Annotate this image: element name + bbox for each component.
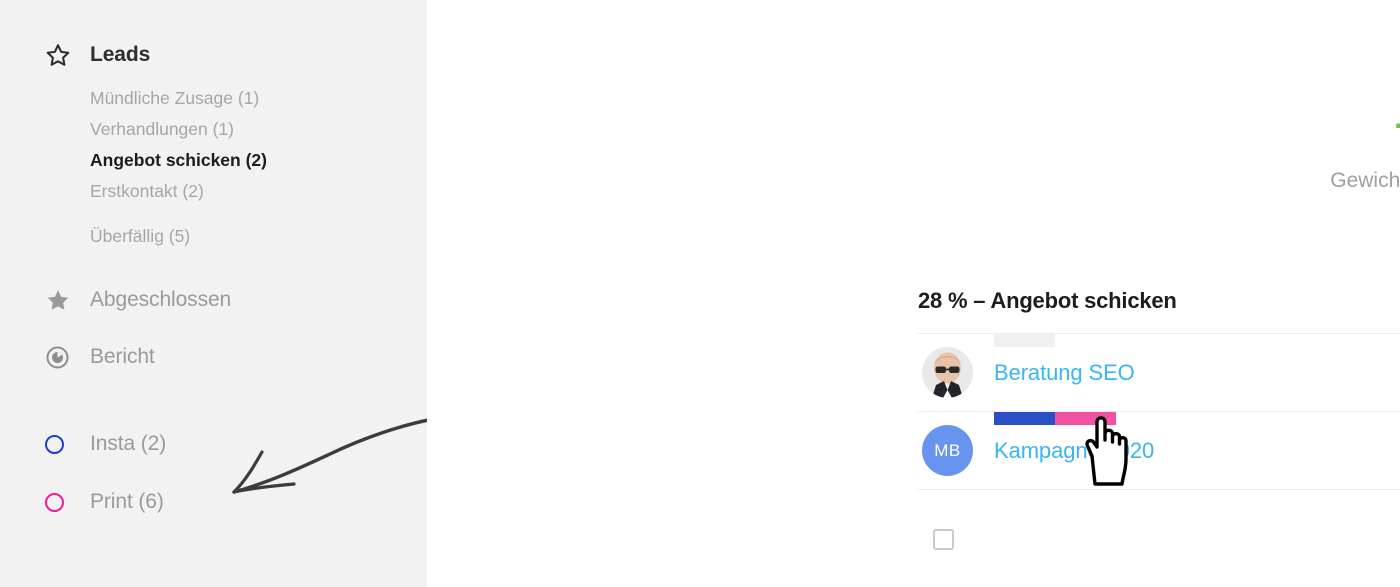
- report-circle-icon: [45, 342, 75, 372]
- avatar: MB: [922, 425, 973, 476]
- app-root: Leads Angebot schicken (2) Mündliche Zus…: [0, 0, 1400, 587]
- deal-table: Beratung SEO Beispiel AG MB Kampagne 202…: [918, 333, 1400, 490]
- star-outline-green-icon: [1069, 62, 1400, 112]
- table-row[interactable]: Beratung SEO Beispiel AG: [918, 334, 1400, 411]
- sidebar-item-label: Bericht: [90, 345, 155, 368]
- sidebar-subitem-muendliche-zusage[interactable]: Mündliche Zusage (1): [90, 88, 259, 109]
- sidebar-item-label: Insta (2): [90, 432, 167, 455]
- page-title: 28 % – Angebot schicken: [918, 288, 1177, 313]
- sidebar-item-leads[interactable]: Leads: [0, 38, 150, 72]
- weighted-volume-summary: 7'000 CHF Gewichtetes Volumen – Gesamt 2: [1069, 62, 1400, 194]
- tag-chip[interactable]: [994, 412, 1055, 425]
- sidebar: Leads Angebot schicken (2) Mündliche Zus…: [0, 0, 460, 587]
- weighted-volume-amount: 7'000 CHF: [1069, 114, 1400, 162]
- sidebar-item-abgeschlossen[interactable]: Abgeschlossen: [0, 283, 231, 317]
- sidebar-item-bericht[interactable]: Bericht: [0, 340, 155, 374]
- main-content: 7'000 CHF Gewichtetes Volumen – Gesamt 2…: [427, 0, 1400, 587]
- star-outline-icon: [45, 40, 75, 70]
- sidebar-item-print[interactable]: Print (6): [0, 485, 164, 519]
- table-divider: [918, 489, 1400, 490]
- tag-strip: [994, 334, 1055, 347]
- tag-chip[interactable]: [994, 334, 1055, 347]
- sidebar-subitem-verhandlungen[interactable]: Verhandlungen (1): [90, 119, 234, 140]
- sidebar-item-label: Print (6): [90, 490, 164, 513]
- circle-outline-icon: [45, 429, 75, 459]
- circle-outline-icon: [45, 487, 75, 517]
- weighted-volume-caption: Gewichtetes Volumen – Gesamt 2: [1330, 169, 1400, 192]
- sidebar-item-label: Leads: [90, 43, 151, 66]
- sidebar-subitem-erstkontakt[interactable]: Erstkontakt (2): [90, 181, 204, 202]
- tag-chip[interactable]: [1055, 412, 1116, 425]
- avatar: [922, 347, 973, 398]
- star-filled-icon: [45, 285, 75, 315]
- table-row[interactable]: MB Kampagne 2020 Spielwarenherstel...: [918, 412, 1400, 489]
- sidebar-subitem-ueberfaellig[interactable]: Überfällig (5): [90, 226, 190, 247]
- sidebar-item-insta[interactable]: Insta (2): [0, 427, 166, 461]
- deal-name-link[interactable]: Beratung SEO: [994, 360, 1135, 386]
- sidebar-subitem-angebot-schicken[interactable]: Angebot schicken (2): [90, 150, 267, 171]
- sidebar-item-label: Abgeschlossen: [90, 288, 232, 311]
- select-all-checkbox[interactable]: [933, 529, 954, 550]
- tag-strip: [994, 412, 1116, 425]
- deal-name-link[interactable]: Kampagne 2020: [994, 438, 1154, 464]
